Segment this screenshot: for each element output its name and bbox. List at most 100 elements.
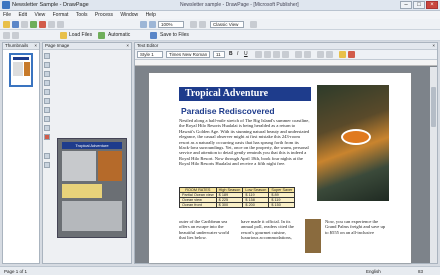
open-task-icon[interactable] — [12, 32, 19, 39]
zoom-out-icon[interactable] — [149, 21, 156, 28]
new-task-icon[interactable] — [3, 32, 10, 39]
underline-button[interactable]: U — [244, 51, 248, 58]
newsletter-heading: Tropical Adventure — [179, 87, 311, 101]
align-left-icon[interactable] — [255, 51, 262, 58]
align-center-icon[interactable] — [264, 51, 271, 58]
scan-icon[interactable] — [30, 21, 37, 28]
save-to-files-button[interactable]: Save to Files — [160, 32, 189, 39]
justify-icon[interactable] — [282, 51, 289, 58]
menu-edit[interactable]: Edit — [15, 11, 30, 19]
text-editor-title: Text Editor — [137, 43, 159, 48]
table-cell: Partial Ocean view — [179, 192, 217, 198]
italic-button[interactable]: I — [237, 51, 238, 58]
status-bar: Page 1 of 1 English 83 — [0, 266, 440, 275]
table-area-icon[interactable] — [44, 98, 50, 104]
style-dropdown[interactable]: Style 1 — [137, 51, 163, 58]
table-cell: $ 200 — [242, 202, 270, 208]
align-right-icon[interactable] — [273, 51, 280, 58]
undo-icon[interactable] — [48, 21, 55, 28]
redo-icon[interactable] — [57, 21, 64, 28]
delete-area-icon[interactable] — [44, 134, 50, 140]
rotate-icon[interactable] — [44, 125, 50, 131]
page-image-panel: Page Image × Tropical Adventure — [42, 42, 132, 264]
fit-width-icon[interactable] — [199, 21, 206, 28]
scrollbar-thumb[interactable] — [431, 87, 436, 127]
column-photo — [305, 219, 321, 253]
properties-icon[interactable] — [44, 162, 50, 168]
area-tool-icon[interactable] — [44, 71, 50, 77]
outdent-icon[interactable] — [326, 51, 333, 58]
view-mode-dropdown[interactable]: Classic View — [210, 21, 244, 28]
article-paragraph: Nestled along a half-mile stretch of The… — [179, 118, 310, 167]
menu-bar: File Edit View Format Tools Process Wind… — [0, 11, 440, 19]
format-toolbar: Style 1 Times New Roman 11 B I U — [135, 50, 437, 60]
menu-format[interactable]: Format — [50, 11, 72, 19]
horizontal-ruler[interactable] — [135, 60, 437, 66]
table-header: Super Saver — [268, 187, 296, 193]
highlight-icon[interactable] — [339, 51, 346, 58]
fit-page-icon[interactable] — [190, 21, 197, 28]
picture-area-icon[interactable] — [44, 89, 50, 95]
automatic-button[interactable]: Automatic — [108, 32, 130, 39]
close-panel-icon[interactable]: × — [34, 43, 37, 49]
menu-help[interactable]: Help — [143, 11, 159, 19]
zoom-indicator[interactable]: 83 — [418, 269, 423, 274]
bold-button[interactable]: B — [229, 51, 233, 58]
page-image-title: Page Image — [45, 43, 70, 48]
preview-heading: Tropical Adventure — [62, 142, 122, 149]
close-button[interactable]: × — [426, 1, 438, 9]
read-icon[interactable] — [39, 21, 46, 28]
app-icon — [2, 1, 10, 9]
document-page[interactable]: Tropical Adventure Paradise Rediscovered… — [149, 73, 411, 263]
font-color-icon[interactable] — [348, 51, 355, 58]
menu-file[interactable]: File — [0, 11, 14, 19]
analyze-icon[interactable] — [98, 32, 105, 39]
load-files-button[interactable]: Load Files — [69, 32, 92, 39]
menu-tools[interactable]: Tools — [73, 11, 91, 19]
erase-icon[interactable] — [44, 116, 50, 122]
bullets-icon[interactable] — [295, 51, 302, 58]
print-icon[interactable] — [21, 21, 28, 28]
menu-view[interactable]: View — [31, 11, 48, 19]
vertical-scrollbar[interactable] — [430, 67, 437, 263]
load-files-icon[interactable] — [60, 32, 67, 39]
zoom-tool-icon[interactable] — [44, 153, 50, 159]
page-thumbnail[interactable] — [9, 53, 33, 87]
preview-photo — [98, 151, 122, 181]
text-area-icon[interactable] — [44, 80, 50, 86]
room-rates-table: ROOM RATES High Season Low Season Super … — [179, 187, 296, 208]
page-image-preview[interactable]: Tropical Adventure — [57, 138, 127, 238]
thumbnail-text-block — [13, 62, 23, 76]
indent-icon[interactable] — [317, 51, 324, 58]
column-1-text: outer of the Caribbean sea offers an esc… — [179, 219, 230, 241]
zoom-dropdown[interactable]: 100% — [158, 21, 184, 28]
save-icon[interactable] — [12, 21, 19, 28]
barcode-area-icon[interactable] — [44, 107, 50, 113]
menu-window[interactable]: Window — [117, 11, 141, 19]
close-panel-icon[interactable]: × — [432, 43, 435, 49]
font-dropdown[interactable]: Times New Roman — [166, 51, 210, 58]
table-header: High Season — [215, 187, 244, 193]
font-size-dropdown[interactable]: 11 — [213, 51, 225, 58]
select-tool-icon[interactable] — [44, 53, 50, 59]
minimize-button[interactable]: – — [400, 1, 412, 9]
page-image-header: Page Image × — [43, 43, 131, 50]
options-icon[interactable] — [250, 21, 257, 28]
preview-table — [62, 184, 102, 198]
save-files-icon[interactable] — [150, 32, 157, 39]
close-panel-icon[interactable]: × — [126, 43, 129, 49]
newsletter-subheading: Paradise Rediscovered — [181, 106, 275, 116]
hand-tool-icon[interactable] — [44, 62, 50, 68]
table-cell: $ 300 — [215, 202, 244, 208]
menu-process[interactable]: Process — [92, 11, 116, 19]
main-toolbar: 100% Classic View — [0, 19, 440, 30]
text-editor-header: Text Editor × — [135, 43, 437, 50]
table-row: Ocean front $ 300 $ 200 $ 150 — [179, 202, 296, 208]
language-indicator[interactable]: English — [366, 269, 381, 274]
maximize-button[interactable]: □ — [413, 1, 425, 9]
open-folder-icon[interactable] — [3, 21, 10, 28]
fish-shape — [341, 129, 371, 145]
preview-text-block — [62, 151, 96, 181]
numbering-icon[interactable] — [304, 51, 311, 58]
zoom-in-icon[interactable] — [140, 21, 147, 28]
